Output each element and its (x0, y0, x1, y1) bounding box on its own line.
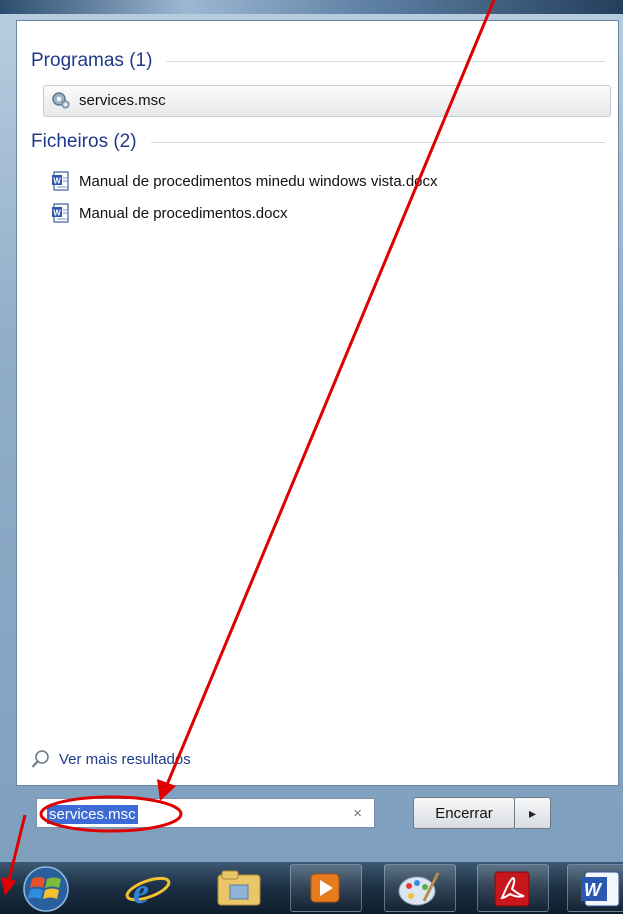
group-divider (166, 60, 605, 62)
svg-text:W: W (584, 880, 603, 900)
taskbar: e W (0, 862, 623, 914)
search-input[interactable]: services.msc × (36, 798, 375, 828)
shutdown-options-button[interactable]: ▸ (515, 797, 551, 829)
chevron-right-icon: ▸ (528, 804, 537, 821)
result-item-label: Manual de procedimentos minedu windows v… (79, 172, 438, 190)
group-header-programs-label: Programas (1) (31, 50, 153, 71)
gear-icon (51, 90, 71, 110)
see-more-results-link[interactable]: Ver mais resultados (31, 749, 191, 769)
shutdown-button[interactable]: Encerrar (413, 797, 515, 829)
media-player-icon (310, 873, 340, 903)
result-item-label: services.msc (79, 91, 166, 109)
result-item-file-1[interactable]: W Manual de procedimentos minedu windows… (51, 171, 438, 191)
windows-start-orb-icon (23, 866, 69, 912)
group-divider (150, 141, 605, 143)
svg-text:W: W (53, 209, 61, 218)
group-header-files-label: Ficheiros (2) (31, 131, 137, 152)
taskbar-file-explorer[interactable] (203, 865, 273, 911)
taskbar-internet-explorer[interactable]: e (113, 865, 183, 911)
adobe-reader-icon (494, 871, 530, 907)
group-header-files: Ficheiros (2) (31, 131, 605, 153)
start-menu-top-edge (0, 0, 623, 14)
word-icon: W (581, 871, 620, 907)
taskbar-adobe-reader[interactable] (477, 865, 547, 911)
internet-explorer-icon: e (125, 871, 171, 911)
word-doc-icon: W (51, 203, 71, 223)
result-item-services-msc[interactable]: services.msc (51, 90, 166, 110)
result-item-file-2[interactable]: W Manual de procedimentos.docx (51, 203, 287, 223)
svg-text:W: W (53, 177, 61, 186)
search-input-value: services.msc (47, 805, 138, 824)
shutdown-button-label: Encerrar (435, 804, 493, 822)
search-results-panel: Programas (1) services.msc Ficheiros (2) (16, 20, 619, 786)
see-more-results-label: Ver mais resultados (59, 750, 191, 768)
taskbar-word[interactable]: W (567, 865, 623, 911)
word-doc-icon: W (51, 171, 71, 191)
group-header-programs: Programas (1) (31, 50, 605, 72)
svg-text:e: e (133, 871, 149, 911)
search-icon (31, 749, 51, 769)
file-explorer-icon (217, 870, 261, 906)
start-button[interactable] (14, 865, 78, 912)
start-menu-frame: Programas (1) services.msc Ficheiros (2) (0, 0, 623, 862)
paint-icon (398, 872, 440, 906)
taskbar-paint[interactable] (384, 865, 454, 911)
clear-search-icon[interactable]: × (353, 805, 362, 822)
taskbar-media-player[interactable] (290, 865, 360, 911)
result-item-label: Manual de procedimentos.docx (79, 204, 288, 222)
